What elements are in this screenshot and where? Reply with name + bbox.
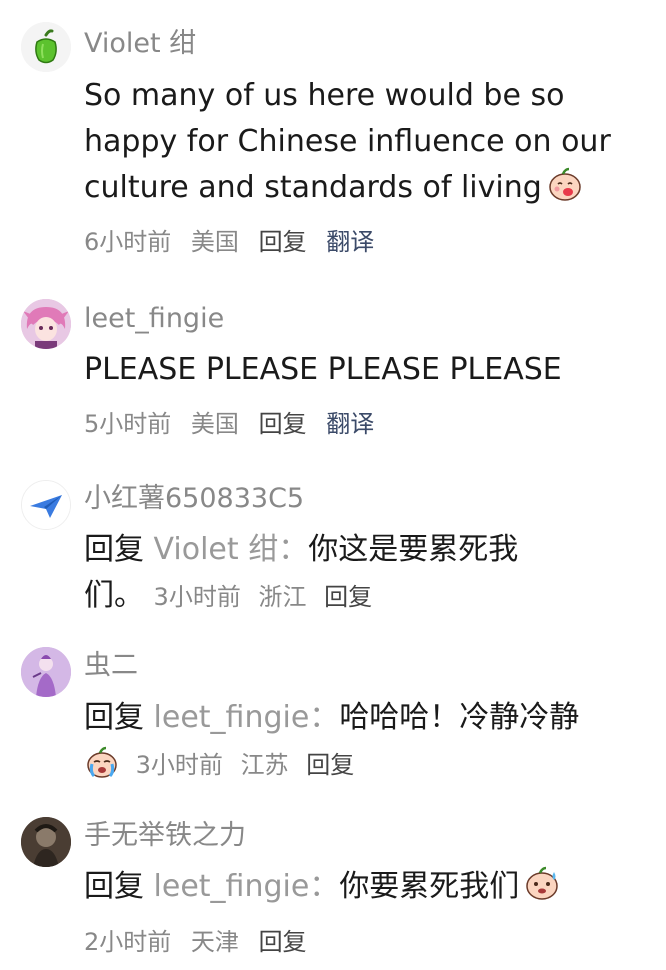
avatar[interactable]: [21, 22, 71, 72]
timestamp: 5小时前: [84, 410, 172, 438]
comment-line: 们。 3小时前 浙江 回复: [84, 573, 518, 620]
comment-text: 回复 leet_fingie：哈哈哈！冷静冷静 3小时前 江苏 回复: [84, 695, 579, 788]
comment-line: 回复 Violet 绀：你这是要累死我: [84, 527, 518, 573]
laughing-peach-emoji: [546, 165, 584, 203]
timestamp: 6小时前: [84, 228, 172, 256]
reply-prefix: 回复: [84, 700, 144, 735]
comment-text: 回复 Violet 绀：你这是要累死我 们。 3小时前 浙江 回复: [84, 527, 518, 620]
comment-meta: 3小时前 江苏 回复: [128, 751, 364, 779]
crying-peach-emoji: [84, 744, 120, 780]
anime-girl-avatar-icon: [21, 299, 71, 349]
reply-target[interactable]: Violet 绀：: [154, 532, 309, 567]
reply-target[interactable]: leet_fingie：: [154, 869, 340, 904]
avatar[interactable]: [21, 480, 71, 530]
comment-line: happy for Chinese influence on our: [84, 124, 611, 159]
timestamp: 3小时前: [135, 751, 223, 779]
comment-line: culture and standards of living: [84, 165, 611, 211]
comment-text: 回复 leet_fingie：你要累死我们: [84, 864, 561, 910]
paper-plane-avatar-icon: [22, 481, 70, 529]
avatar[interactable]: [21, 299, 71, 349]
comment-meta: 3小时前 浙江 回复: [154, 583, 383, 611]
translate-button[interactable]: 翻译: [326, 410, 374, 438]
timestamp: 3小时前: [153, 583, 241, 611]
comment-item: leet_fingie PLEASE PLEASE PLEASE PLEASE …: [0, 280, 666, 460]
comment-item: 小红薯650833C5 回复 Violet 绀：你这是要累死我 们。 3小时前 …: [0, 460, 666, 625]
avatar[interactable]: [21, 647, 71, 697]
location: 美国: [190, 410, 239, 438]
reply-button[interactable]: 回复: [259, 228, 307, 256]
reply-button[interactable]: 回复: [259, 410, 307, 438]
username[interactable]: leet_fingie: [84, 302, 224, 336]
comment-line-text: 你这是要累死我: [308, 532, 519, 567]
comment-meta: 6小时前 美国 回复 翻译: [84, 225, 386, 259]
avatar[interactable]: [21, 817, 71, 867]
comment-text: So many of us here would be so happy for…: [84, 73, 611, 211]
username[interactable]: 手无举铁之力: [84, 819, 246, 853]
green-pepper-avatar-icon: [21, 22, 71, 72]
reply-button[interactable]: 回复: [324, 583, 372, 611]
comment-line-text: 哈哈哈！冷静冷静: [339, 700, 580, 735]
comment-line: 回复 leet_fingie：哈哈哈！冷静冷静: [84, 695, 579, 741]
comment-line: So many of us here would be so: [84, 78, 565, 113]
username[interactable]: 小红薯650833C5: [84, 482, 304, 516]
timestamp: 2小时前: [84, 928, 172, 956]
comment-meta: 5小时前 美国 回复 翻译: [84, 407, 386, 441]
location: 美国: [190, 228, 239, 256]
comment-item: Violet 绀 So many of us here would be so …: [0, 0, 666, 280]
comment-item: 手无举铁之力 回复 leet_fingie：你要累死我们 2小时前 天津 回复: [0, 795, 666, 970]
location: 浙江: [258, 583, 307, 611]
username[interactable]: 虫二: [84, 649, 138, 683]
comment-line: PLEASE PLEASE PLEASE PLEASE: [84, 352, 562, 387]
dark-character-avatar-icon: [21, 817, 71, 867]
comment-text: PLEASE PLEASE PLEASE PLEASE: [84, 347, 562, 393]
location: 江苏: [240, 751, 289, 779]
translate-button[interactable]: 翻译: [326, 228, 374, 256]
location: 天津: [190, 928, 239, 956]
comment-line: 回复 leet_fingie：你要累死我们: [84, 864, 561, 910]
purple-figure-avatar-icon: [21, 647, 71, 697]
reply-prefix: 回复: [84, 869, 144, 904]
comment-item: 虫二 回复 leet_fingie：哈哈哈！冷静冷静 3小时前 江苏 回复: [0, 625, 666, 795]
reply-target[interactable]: leet_fingie：: [154, 700, 340, 735]
comment-line-text: 们。: [84, 578, 144, 613]
reply-button[interactable]: 回复: [306, 751, 354, 779]
comment-line-text: 你要累死我们: [339, 869, 520, 904]
comment-line-text: culture and standards of living: [84, 170, 542, 205]
username[interactable]: Violet 绀: [84, 27, 196, 61]
comment-line: 3小时前 江苏 回复: [84, 741, 579, 788]
sweating-peach-emoji: [523, 864, 561, 902]
reply-prefix: 回复: [84, 532, 144, 567]
comment-meta: 2小时前 天津 回复: [84, 925, 319, 959]
reply-button[interactable]: 回复: [259, 928, 307, 956]
